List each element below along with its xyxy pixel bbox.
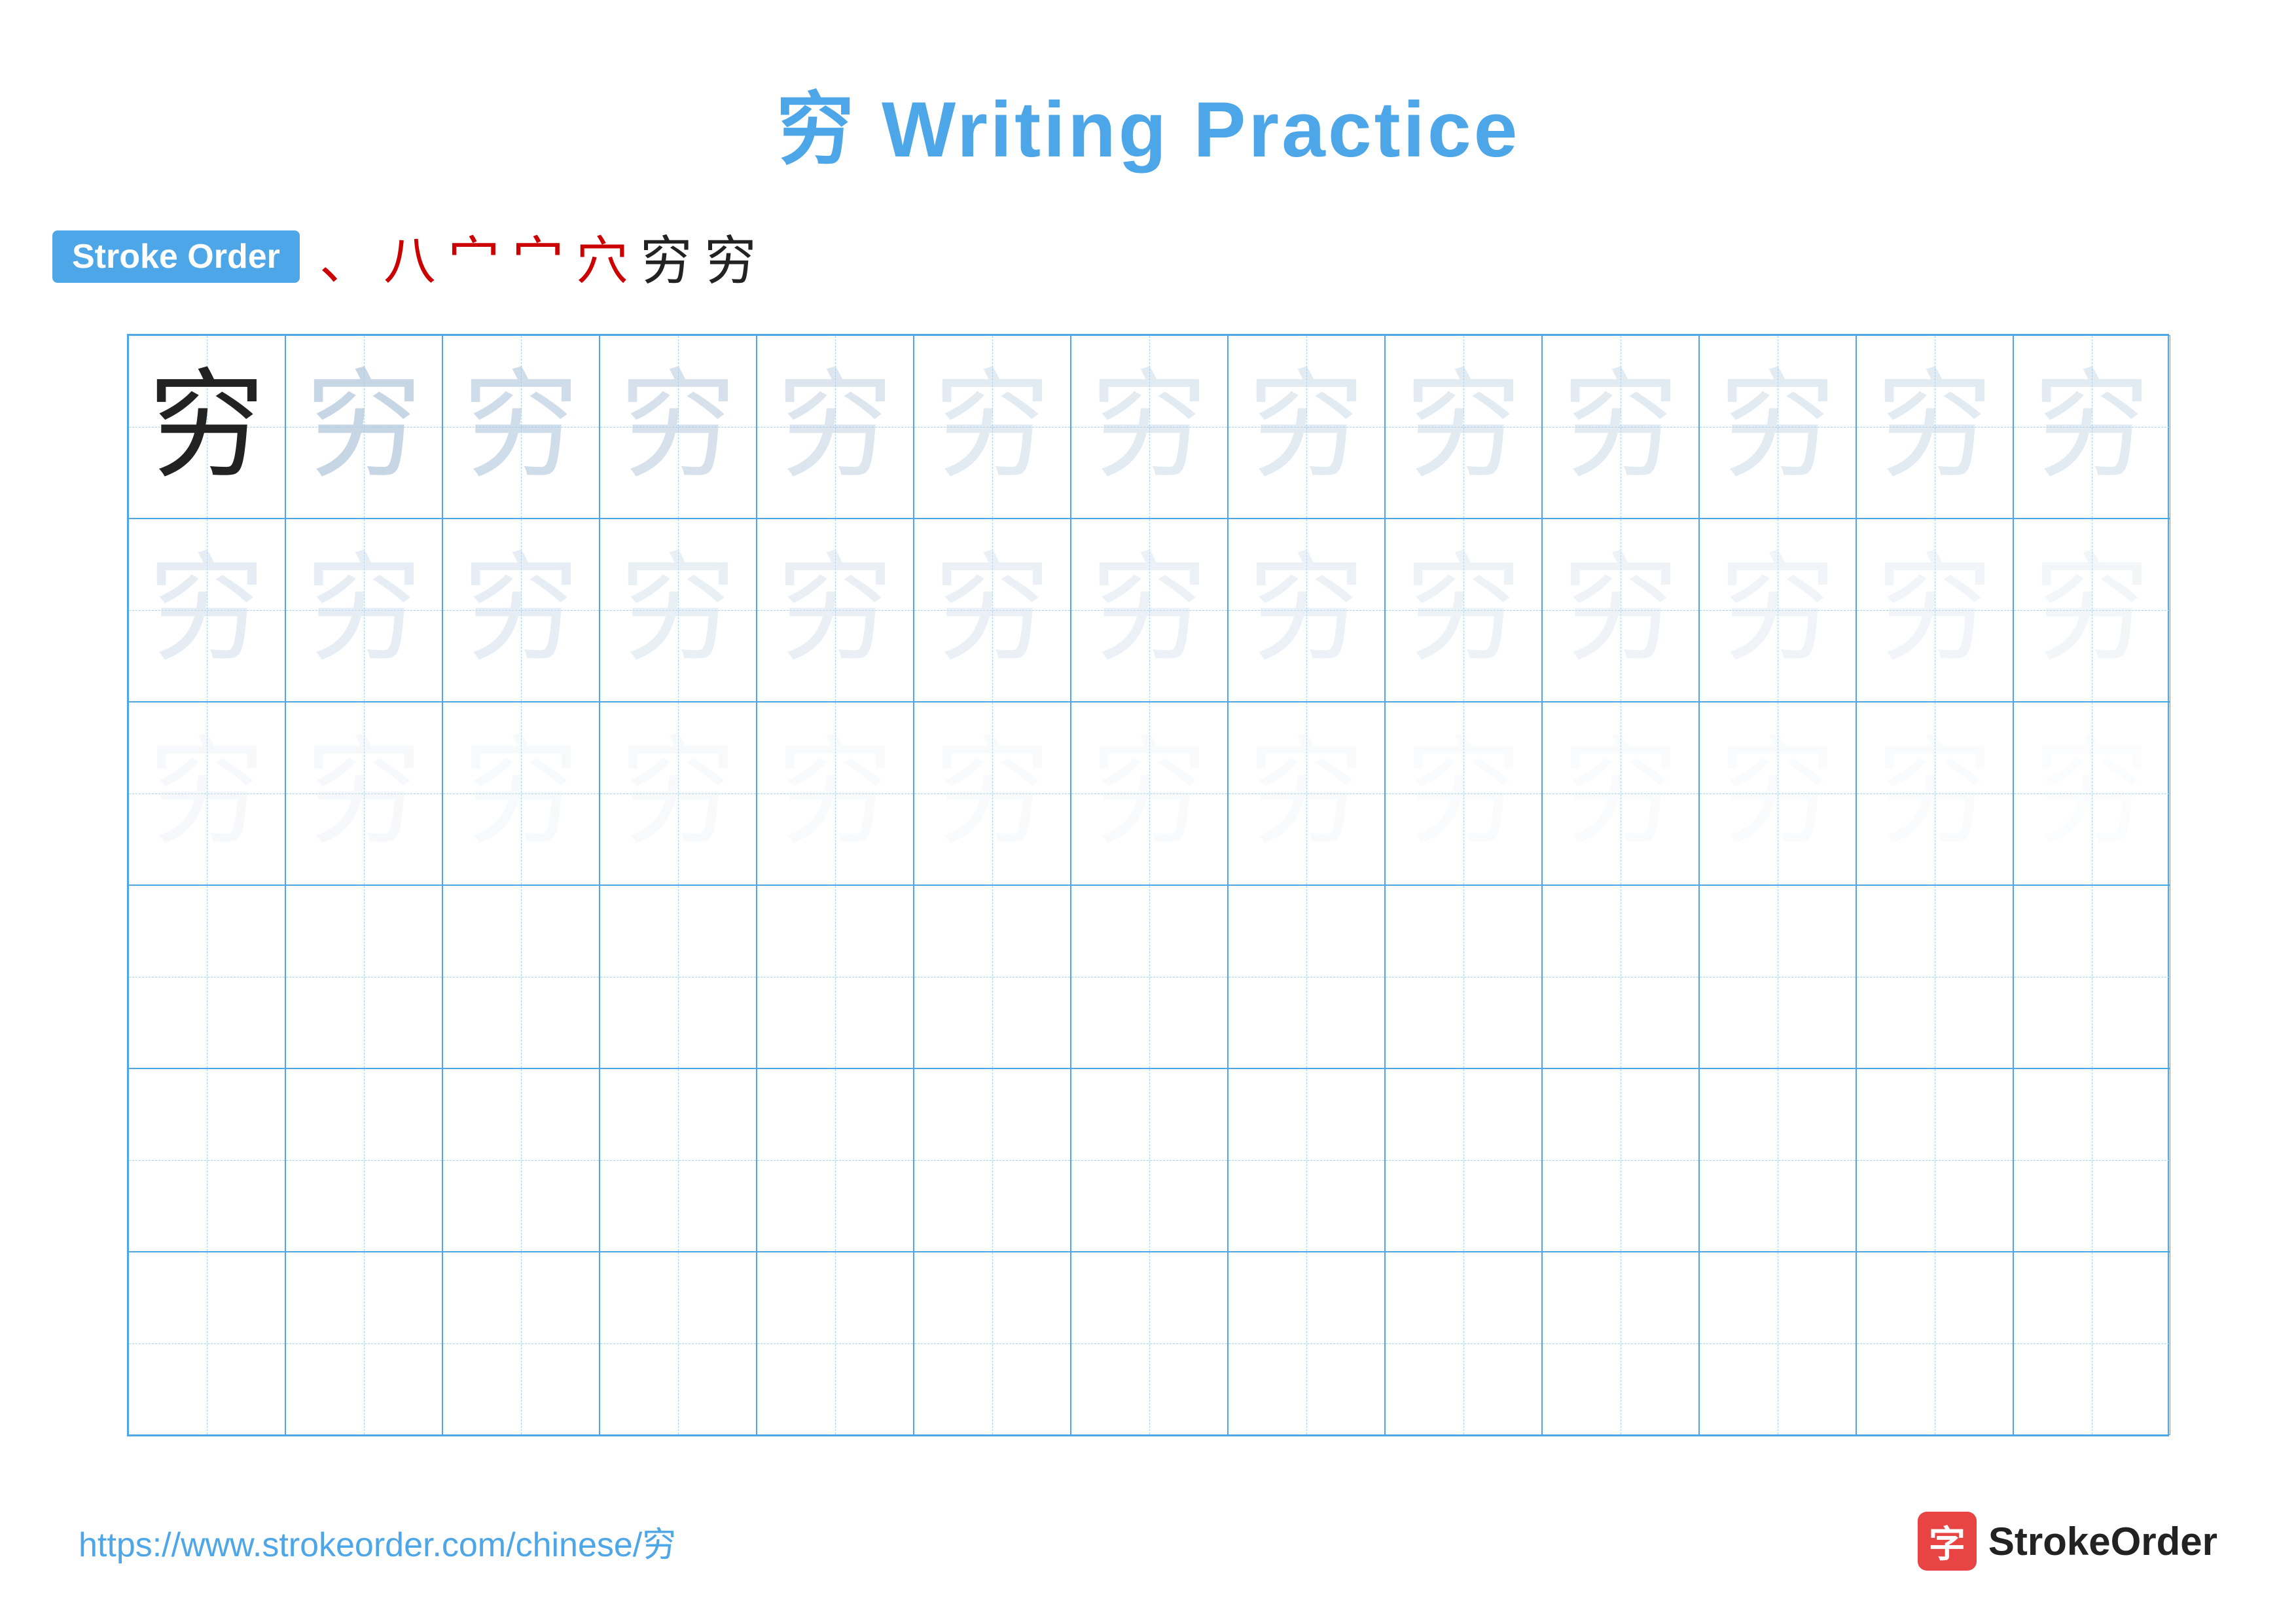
- logo-text: StrokeOrder: [1988, 1519, 2217, 1564]
- stroke-7: 穷: [704, 219, 757, 295]
- grid-cell[interactable]: 穷: [600, 519, 757, 702]
- grid-cell[interactable]: [757, 1252, 914, 1435]
- grid-cell[interactable]: 穷: [442, 519, 600, 702]
- grid-cell[interactable]: 穷: [1699, 335, 1856, 519]
- grid-cell[interactable]: 穷: [1228, 335, 1385, 519]
- grid-cell[interactable]: 穷: [1542, 335, 1699, 519]
- grid-cell[interactable]: 穷: [1385, 519, 1542, 702]
- grid-cell[interactable]: [1228, 1252, 1385, 1435]
- page: 穷 Writing Practice Stroke Order 、 八 宀 宀 …: [0, 0, 2296, 1623]
- grid-cell[interactable]: [1071, 1252, 1228, 1435]
- stroke-6: 穷: [640, 219, 692, 295]
- grid-cell[interactable]: 穷: [2013, 519, 2170, 702]
- grid-cell[interactable]: 穷: [1856, 702, 2013, 885]
- footer-url: https://www.strokeorder.com/chinese/穷: [79, 1517, 676, 1566]
- footer-logo: 字 StrokeOrder: [1918, 1512, 2217, 1571]
- grid-cell[interactable]: 穷: [914, 519, 1071, 702]
- grid-cell[interactable]: [442, 885, 600, 1068]
- grid-cell[interactable]: [1699, 1068, 1856, 1252]
- grid-cell[interactable]: 穷: [1542, 702, 1699, 885]
- grid-cell[interactable]: 穷: [128, 519, 285, 702]
- grid-cell[interactable]: 穷: [1071, 702, 1228, 885]
- grid-cell[interactable]: 穷: [1856, 335, 2013, 519]
- grid-cell[interactable]: 穷: [442, 702, 600, 885]
- grid-cell[interactable]: 穷: [1385, 702, 1542, 885]
- grid-cell[interactable]: [914, 1252, 1071, 1435]
- grid-cell[interactable]: [1542, 1068, 1699, 1252]
- grid-cell[interactable]: [2013, 885, 2170, 1068]
- stroke-4: 宀: [512, 219, 564, 295]
- grid-cell[interactable]: 穷: [1228, 702, 1385, 885]
- grid-cell[interactable]: [757, 885, 914, 1068]
- grid-cell[interactable]: [1856, 1068, 2013, 1252]
- grid-cell[interactable]: [442, 1068, 600, 1252]
- grid-cell[interactable]: 穷: [1542, 519, 1699, 702]
- grid-cell[interactable]: [2013, 1252, 2170, 1435]
- grid-cell[interactable]: [914, 1068, 1071, 1252]
- grid-cell[interactable]: [128, 1068, 285, 1252]
- stroke-order-badge: Stroke Order: [52, 230, 300, 283]
- practice-grid: 穷穷穷穷穷穷穷穷穷穷穷穷穷穷穷穷穷穷穷穷穷穷穷穷穷穷穷穷穷穷穷穷穷穷穷穷穷穷穷: [127, 334, 2169, 1436]
- grid-cell[interactable]: [600, 885, 757, 1068]
- grid-cell[interactable]: [128, 885, 285, 1068]
- grid-cell[interactable]: 穷: [285, 702, 442, 885]
- stroke-1: 、: [319, 219, 372, 295]
- grid-cell[interactable]: 穷: [600, 335, 757, 519]
- grid-cell[interactable]: 穷: [757, 702, 914, 885]
- grid-cell[interactable]: 穷: [442, 335, 600, 519]
- grid-cell[interactable]: 穷: [757, 519, 914, 702]
- stroke-order-chars: 、 八 宀 宀 穴 穷 穷: [319, 219, 757, 295]
- grid-cell[interactable]: [128, 1252, 285, 1435]
- grid-cell[interactable]: [1856, 1252, 2013, 1435]
- grid-cell[interactable]: 穷: [128, 702, 285, 885]
- grid-cell[interactable]: 穷: [600, 702, 757, 885]
- stroke-2: 八: [384, 219, 436, 295]
- grid-cell[interactable]: 穷: [1699, 702, 1856, 885]
- logo-icon: 字: [1918, 1512, 1977, 1571]
- grid-cell[interactable]: 穷: [914, 702, 1071, 885]
- grid-cell[interactable]: [2013, 1068, 2170, 1252]
- grid-cell[interactable]: [1228, 1068, 1385, 1252]
- grid-cell[interactable]: 穷: [1228, 519, 1385, 702]
- grid-cell[interactable]: [1385, 885, 1542, 1068]
- grid-cell[interactable]: 穷: [1071, 519, 1228, 702]
- grid-cell[interactable]: [1856, 885, 2013, 1068]
- grid-cell[interactable]: 穷: [757, 335, 914, 519]
- grid-cell[interactable]: 穷: [1071, 335, 1228, 519]
- grid-cell[interactable]: [1385, 1252, 1542, 1435]
- grid-cell[interactable]: [600, 1252, 757, 1435]
- stroke-5: 穴: [576, 219, 628, 295]
- page-title: 穷 Writing Practice: [776, 65, 1520, 179]
- grid-cell[interactable]: 穷: [285, 519, 442, 702]
- grid-cell[interactable]: 穷: [914, 335, 1071, 519]
- grid-cell[interactable]: [442, 1252, 600, 1435]
- grid-cell[interactable]: 穷: [1699, 519, 1856, 702]
- grid-cell[interactable]: 穷: [1385, 335, 1542, 519]
- footer: https://www.strokeorder.com/chinese/穷 字 …: [0, 1512, 2296, 1571]
- grid-cell[interactable]: [1071, 1068, 1228, 1252]
- grid-cell[interactable]: 穷: [128, 335, 285, 519]
- grid-cell[interactable]: [285, 1252, 442, 1435]
- stroke-3: 宀: [448, 219, 500, 295]
- grid-cell[interactable]: [1228, 885, 1385, 1068]
- grid-cell[interactable]: [285, 1068, 442, 1252]
- grid-cell[interactable]: [757, 1068, 914, 1252]
- stroke-order-row: Stroke Order 、 八 宀 宀 穴 穷 穷: [52, 219, 757, 295]
- grid-cell[interactable]: [1071, 885, 1228, 1068]
- grid-cell[interactable]: 穷: [2013, 335, 2170, 519]
- grid-cell[interactable]: [285, 885, 442, 1068]
- grid-cell[interactable]: [1542, 1252, 1699, 1435]
- grid-cell[interactable]: 穷: [2013, 702, 2170, 885]
- grid-cell[interactable]: 穷: [1856, 519, 2013, 702]
- grid-cell[interactable]: 穷: [285, 335, 442, 519]
- grid-cell[interactable]: [600, 1068, 757, 1252]
- grid-cell[interactable]: [1699, 885, 1856, 1068]
- grid-cell[interactable]: [1542, 885, 1699, 1068]
- grid-cell[interactable]: [1699, 1252, 1856, 1435]
- grid-cell[interactable]: [1385, 1068, 1542, 1252]
- grid-cell[interactable]: [914, 885, 1071, 1068]
